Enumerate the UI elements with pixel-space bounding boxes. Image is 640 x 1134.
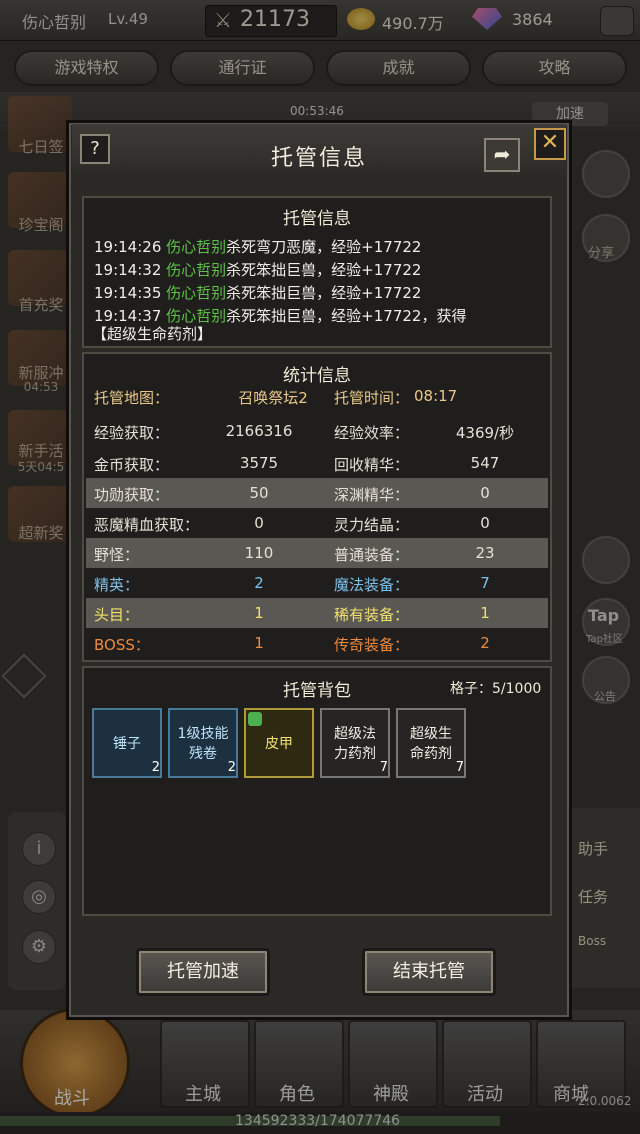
bag-capacity: 格子：5/1000 xyxy=(450,681,542,697)
stat-label: 灵力结晶： xyxy=(334,516,410,534)
bag-section xyxy=(82,666,552,916)
stat-label: 普通装备： xyxy=(334,546,410,564)
share-arrow-icon[interactable]: ➦ xyxy=(484,138,520,172)
item-name: 锤子 xyxy=(113,736,141,752)
item-count: 7 xyxy=(455,760,464,775)
stat-label: 稀有装备： xyxy=(334,606,410,624)
stat-value: 1 xyxy=(254,604,264,622)
stat-label: 托管时间： xyxy=(334,389,410,407)
stat-value: 7 xyxy=(480,574,490,592)
stat-value: 110 xyxy=(244,544,274,562)
log-section-title: 托管信息 xyxy=(283,209,351,229)
stats-section-title: 统计信息 xyxy=(283,366,351,386)
stat-label: 传奇装备： xyxy=(334,636,410,654)
item-count: 2 xyxy=(151,760,160,775)
stat-value: 0 xyxy=(480,514,490,532)
stat-value: 召唤祭坛2 xyxy=(238,389,308,407)
item-name: 1级技能残卷 xyxy=(177,726,229,762)
stat-label: 头目： xyxy=(94,606,140,624)
item-name: 超级法力药剂 xyxy=(334,726,376,762)
bag-slot[interactable]: 锤子 2 xyxy=(92,708,162,778)
stat-value: 0 xyxy=(254,514,264,532)
item-name: 皮甲 xyxy=(265,736,293,752)
stat-label: 托管地图： xyxy=(94,389,170,407)
speed-up-button[interactable]: 托管加速 xyxy=(136,948,270,996)
stat-label: 深渊精华： xyxy=(334,486,410,504)
stat-value: 08:17 xyxy=(414,387,458,405)
stat-label: 回收精华： xyxy=(334,456,410,474)
stat-label: BOSS： xyxy=(94,636,150,654)
stat-label: 野怪： xyxy=(94,546,140,564)
log-line: 19:14:26 伤心哲别杀死弯刀恶魔，经验+17722 xyxy=(94,238,422,256)
stat-value: 547 xyxy=(470,454,500,472)
stat-label: 精英： xyxy=(94,576,140,594)
bag-slot[interactable]: 超级生命药剂 7 xyxy=(396,708,466,778)
stat-label: 恶魔精血获取： xyxy=(94,516,200,534)
log-line: 19:14:35 伤心哲别杀死笨拙巨兽，经验+17722 xyxy=(94,284,422,302)
stat-value: 23 xyxy=(475,544,495,562)
stat-value: 3575 xyxy=(239,454,279,472)
stat-value: 2 xyxy=(254,574,264,592)
stat-label: 经验获取： xyxy=(94,424,170,442)
bag-slot[interactable]: 超级法力药剂 7 xyxy=(320,708,390,778)
log-line: 19:14:32 伤心哲别杀死笨拙巨兽，经验+17722 xyxy=(94,261,422,279)
bag-slot[interactable]: 皮甲 xyxy=(244,708,314,778)
item-count: 7 xyxy=(379,760,388,775)
stat-value: 2 xyxy=(480,634,490,652)
stat-value: 0 xyxy=(480,484,490,502)
stat-value: 1 xyxy=(480,604,490,622)
close-button[interactable]: ✕ xyxy=(534,128,566,160)
equipment-badge-icon xyxy=(248,712,262,726)
item-count: 2 xyxy=(227,760,236,775)
stat-value: 2166316 xyxy=(225,422,293,440)
end-auto-button[interactable]: 结束托管 xyxy=(362,948,496,996)
bag-slot[interactable]: 1级技能残卷 2 xyxy=(168,708,238,778)
item-name: 超级生命药剂 xyxy=(410,726,452,762)
stat-value: 1 xyxy=(254,634,264,652)
stat-label: 金币获取： xyxy=(94,456,170,474)
stat-label: 经验效率： xyxy=(334,424,410,442)
stat-label: 魔法装备： xyxy=(334,576,410,594)
stat-value: 4369/秒 xyxy=(455,424,515,442)
log-item-reward: 【超级生命药剂】 xyxy=(92,325,213,343)
help-button[interactable]: ? xyxy=(80,134,110,164)
stat-value: 50 xyxy=(249,484,269,502)
stat-label: 功勋获取： xyxy=(94,486,170,504)
